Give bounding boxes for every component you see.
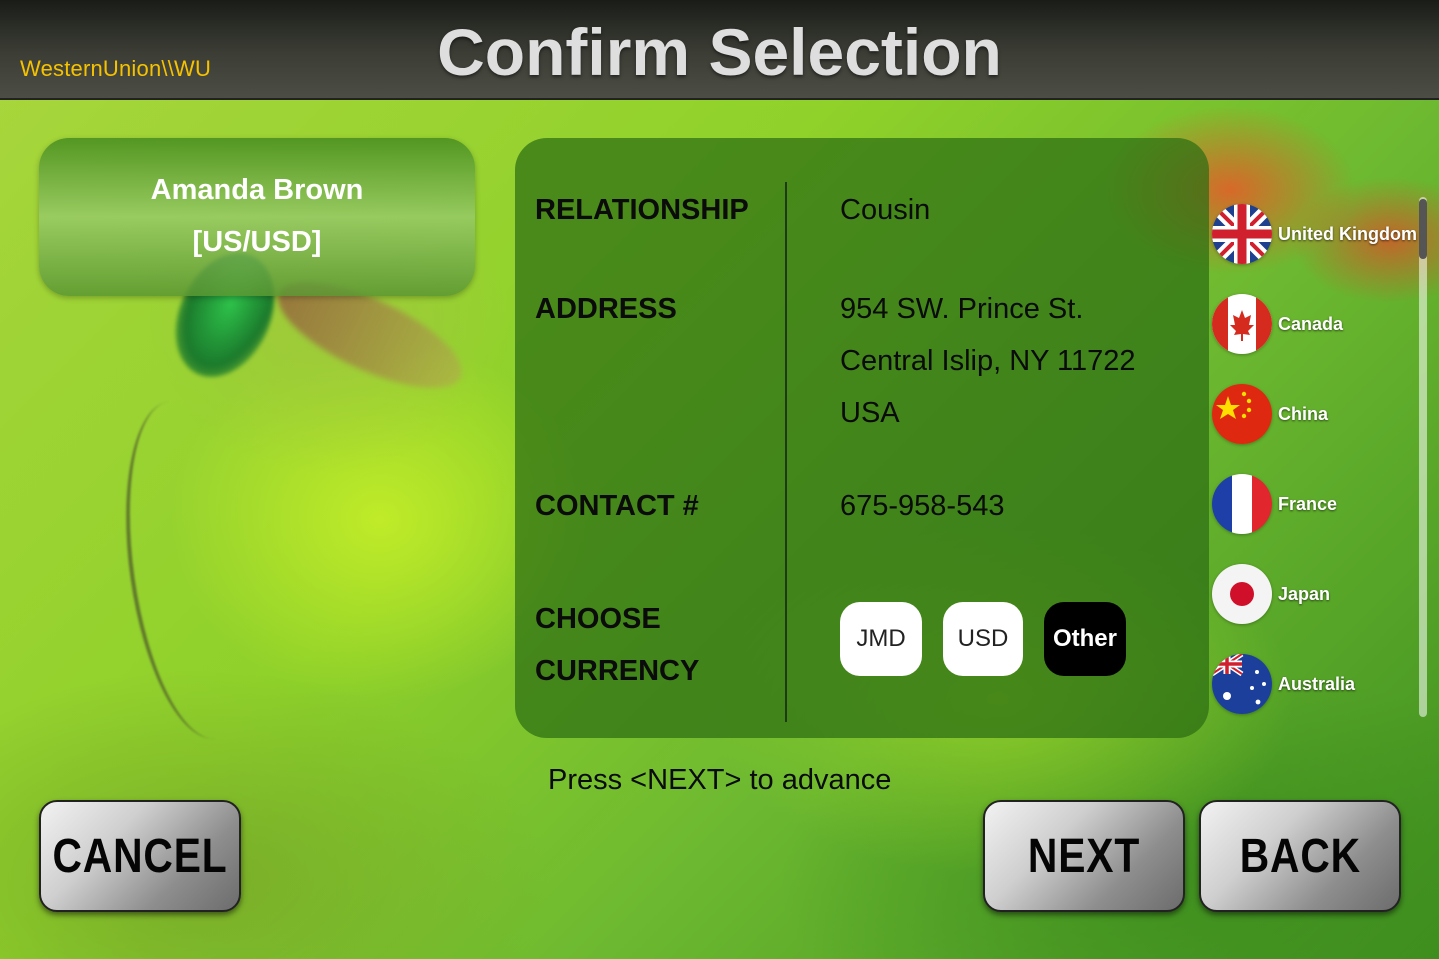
- country-name: Australia: [1278, 674, 1356, 694]
- france-flag-icon: [1212, 474, 1272, 534]
- next-button[interactable]: NEXT: [983, 800, 1185, 912]
- currency-other-button[interactable]: Other: [1044, 602, 1126, 676]
- scrollbar-thumb[interactable]: [1419, 199, 1427, 259]
- address-line-2: Central Islip, NY 11722: [840, 345, 1136, 377]
- country-list-scrollbar[interactable]: [1419, 197, 1427, 717]
- details-divider: [785, 182, 787, 722]
- recipient-name: Amanda Brown: [150, 174, 364, 206]
- contact-label: CONTACT #: [535, 490, 699, 522]
- country-item-japan[interactable]: Japan: [1210, 562, 1425, 626]
- china-flag-icon: [1212, 384, 1272, 444]
- australia-flag-icon: [1212, 654, 1272, 714]
- country-name: China: [1278, 404, 1329, 424]
- country-item-australia[interactable]: Australia: [1210, 652, 1425, 716]
- page-title: Confirm Selection: [437, 15, 1002, 89]
- country-item-canada[interactable]: Canada: [1210, 292, 1425, 356]
- country-name: Japan: [1278, 584, 1331, 604]
- address-line-1: 954 SW. Prince St.: [840, 293, 1084, 325]
- header-bar: WesternUnion\\WU Confirm Selection: [0, 0, 1439, 100]
- country-name: Canada: [1278, 314, 1344, 334]
- address-line-3: USA: [840, 397, 900, 429]
- country-item-china[interactable]: China: [1210, 382, 1425, 446]
- contact-value: 675-958-543: [840, 490, 1005, 522]
- country-item-france[interactable]: France: [1210, 472, 1425, 536]
- recipient-currency: [US/USD]: [192, 226, 322, 258]
- canada-flag-icon: [1212, 294, 1272, 354]
- details-panel: RELATIONSHIP Cousin ADDRESS 954 SW. Prin…: [515, 138, 1209, 738]
- country-name: United Kingdom: [1278, 224, 1417, 244]
- uk-flag-icon: [1212, 204, 1272, 264]
- relationship-value: Cousin: [840, 194, 931, 226]
- currency-label-line-1: CHOOSE: [535, 603, 661, 635]
- back-button[interactable]: BACK: [1199, 800, 1401, 912]
- country-list: United Kingdom Canada China France Japan…: [1210, 192, 1439, 722]
- instruction-text: Press <NEXT> to advance: [548, 764, 892, 796]
- currency-usd-button[interactable]: USD: [943, 602, 1023, 676]
- country-item-united-kingdom[interactable]: United Kingdom: [1210, 202, 1425, 266]
- cancel-button-label: CANCEL: [52, 829, 228, 883]
- japan-flag-icon: [1212, 564, 1272, 624]
- relationship-label: RELATIONSHIP: [535, 194, 749, 226]
- currency-jmd-button[interactable]: JMD: [840, 602, 922, 676]
- address-label: ADDRESS: [535, 293, 677, 325]
- currency-label-line-2: CURRENCY: [535, 655, 700, 687]
- back-button-label: BACK: [1239, 829, 1361, 883]
- country-name: France: [1278, 494, 1338, 514]
- next-button-label: NEXT: [1027, 829, 1141, 883]
- hummingbird-tail: [106, 393, 278, 747]
- recipient-card: Amanda Brown [US/USD]: [39, 138, 475, 296]
- cancel-button[interactable]: CANCEL: [39, 800, 241, 912]
